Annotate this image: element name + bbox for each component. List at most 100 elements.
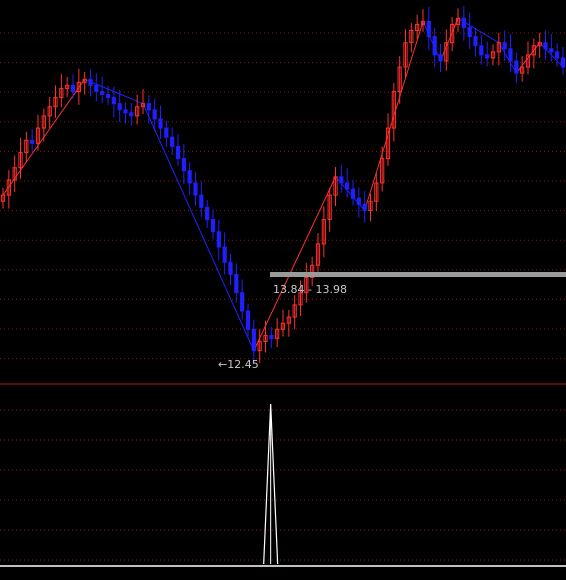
candle-body <box>432 36 437 56</box>
candle <box>397 56 402 104</box>
candle <box>374 173 379 212</box>
candle-body <box>543 42 548 50</box>
candle <box>123 102 128 124</box>
candlestick-series <box>0 6 566 365</box>
candle-body <box>94 84 99 92</box>
candle <box>100 76 105 104</box>
candle <box>170 127 175 155</box>
candle-body <box>350 188 356 199</box>
candle <box>199 181 204 218</box>
candle <box>59 73 64 108</box>
candle <box>193 171 198 207</box>
candle <box>450 17 455 52</box>
candle <box>391 82 396 142</box>
candle <box>479 34 484 65</box>
candle <box>0 187 6 209</box>
candle <box>187 162 192 196</box>
candle-body <box>485 54 490 59</box>
candle-body <box>187 170 192 184</box>
candle-body <box>100 90 105 96</box>
candle <box>514 52 519 83</box>
candle-body <box>549 48 554 53</box>
candle-body <box>30 139 35 144</box>
candle-body <box>356 197 361 205</box>
candle <box>362 190 367 223</box>
candle-body <box>123 109 128 114</box>
candle <box>409 23 414 53</box>
candle <box>321 206 326 258</box>
candle-body <box>105 94 111 99</box>
candle <box>380 146 385 192</box>
candle <box>41 108 46 142</box>
candle-body <box>181 158 186 172</box>
candle <box>175 134 181 166</box>
candle <box>333 167 338 207</box>
candle <box>205 200 210 229</box>
candle <box>537 32 542 58</box>
candle <box>140 89 146 115</box>
candle-body <box>164 127 169 138</box>
candle <box>508 34 513 72</box>
candle <box>135 94 140 125</box>
candle-body <box>129 112 134 117</box>
candle <box>245 303 251 337</box>
zigzag-trend-line <box>2 17 564 351</box>
candle <box>368 193 373 222</box>
candle-body <box>193 182 198 196</box>
candle-body <box>245 310 251 330</box>
candle <box>350 180 356 206</box>
candle-body <box>467 26 472 38</box>
candle <box>216 219 221 261</box>
candle <box>30 129 35 152</box>
candle <box>228 253 233 286</box>
zigzag-segment <box>440 18 459 62</box>
candle <box>473 28 478 57</box>
candle <box>403 29 408 79</box>
candle-body <box>362 203 367 211</box>
candle-body <box>152 109 157 120</box>
candle <box>280 309 286 337</box>
candle <box>426 6 431 51</box>
candle <box>525 41 531 75</box>
candle <box>47 96 52 129</box>
candle-body <box>555 51 560 59</box>
candle <box>70 74 76 99</box>
candle-body <box>461 17 466 28</box>
candle <box>263 320 268 353</box>
candle <box>6 170 11 209</box>
candle <box>94 73 99 102</box>
candle <box>438 43 443 72</box>
candle-body <box>111 97 116 105</box>
candle <box>345 168 350 198</box>
zigzag-segment <box>142 103 255 351</box>
candle <box>82 71 87 95</box>
candle-body <box>240 292 245 312</box>
candle-body <box>158 118 163 129</box>
candle-body <box>146 103 151 111</box>
candle-body <box>70 84 76 92</box>
candle-body <box>228 261 233 275</box>
candle <box>164 120 169 147</box>
candle <box>24 131 29 163</box>
candle-body <box>175 145 181 160</box>
candle-body <box>502 42 507 50</box>
candle <box>76 68 81 105</box>
candle-body <box>216 231 221 248</box>
candle-body <box>170 136 175 147</box>
candle-body <box>508 48 513 62</box>
candle-body <box>426 20 431 38</box>
candle-body <box>234 273 239 294</box>
candle <box>181 143 186 185</box>
candle-body <box>438 54 443 62</box>
candle <box>385 113 391 166</box>
candle <box>286 309 291 337</box>
candle-body <box>473 36 478 47</box>
candle-body <box>479 45 484 56</box>
candle-body <box>117 103 122 111</box>
zigzag-segment <box>422 21 441 62</box>
candle <box>12 155 17 193</box>
price-range-bar <box>270 272 566 277</box>
candle <box>520 56 525 82</box>
candle <box>222 232 227 275</box>
candle <box>560 46 566 75</box>
